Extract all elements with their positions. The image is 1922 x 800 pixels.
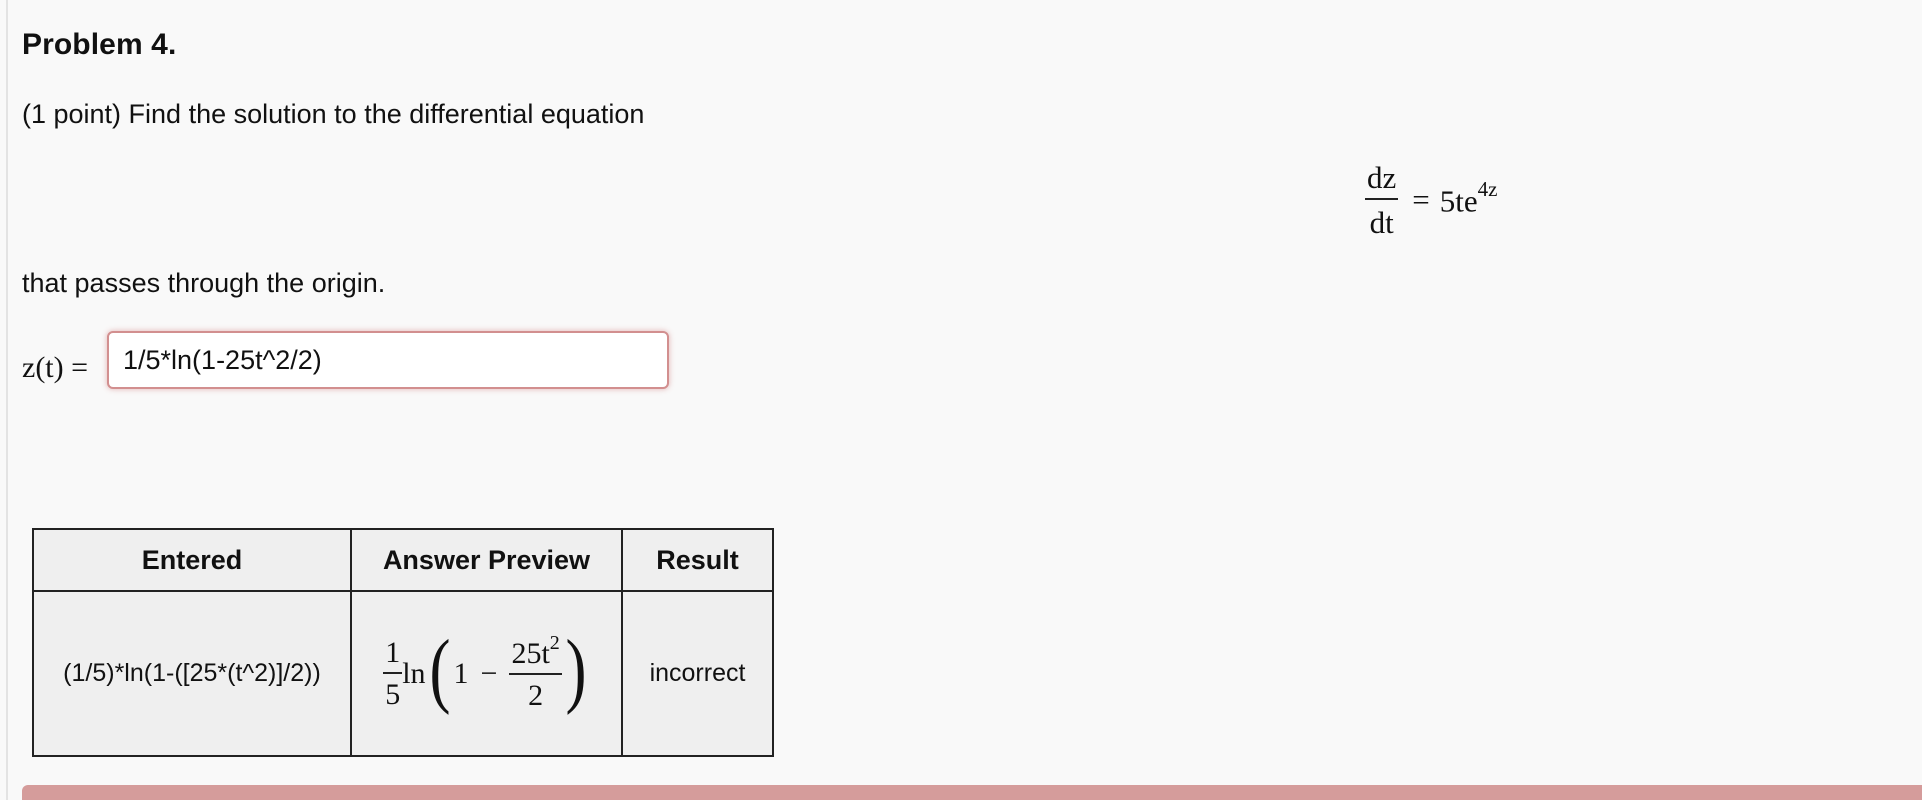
result-cell: incorrect <box>621 590 774 757</box>
preview-function: ln <box>402 656 426 690</box>
problem-title: Problem 4. <box>22 28 177 61</box>
inner-numerator-base: 25t <box>511 637 550 670</box>
entered-cell: (1/5)*ln(1-([25*(t^2)]/2)) <box>32 590 352 757</box>
results-header-row: Entered Answer Preview Result <box>32 528 774 592</box>
preview-coefficient: 1 5 <box>383 637 403 711</box>
rhs-exponent: 4z <box>1477 176 1498 201</box>
differential-equation: dz dt = 5te4z <box>1365 160 1497 240</box>
derivative-fraction: dz dt <box>1365 162 1399 240</box>
header-entered: Entered <box>32 528 352 592</box>
results-table: Entered Answer Preview Result (1/5)*ln(1… <box>32 528 774 757</box>
inner-numerator: 25t2 <box>509 633 562 675</box>
results-row: (1/5)*ln(1-([25*(t^2)]/2)) 1 5 ln ( 1 − … <box>32 590 774 757</box>
coefficient-denominator: 5 <box>385 677 401 711</box>
equation-rhs: 5te4z <box>1439 177 1498 219</box>
answer-preview-cell: 1 5 ln ( 1 − 25t2 2 ) <box>350 590 623 757</box>
problem-condition: that passes through the origin. <box>22 268 386 298</box>
coefficient-numerator: 1 <box>383 637 403 674</box>
preview-minus: − <box>480 656 498 690</box>
derivative-numerator: dz <box>1365 162 1399 200</box>
open-paren: ( <box>429 622 451 716</box>
rhs-base: 5te <box>1439 183 1478 219</box>
answer-label: z(t) = <box>22 351 89 384</box>
derivative-denominator: dt <box>1369 205 1394 240</box>
incorrect-status-bar <box>22 785 1922 800</box>
preview-one: 1 <box>453 656 469 690</box>
preview-inner-fraction: 25t2 2 <box>509 633 562 712</box>
inner-denominator: 2 <box>528 679 544 712</box>
answer-preview-math: 1 5 ln ( 1 − 25t2 2 ) <box>383 627 590 716</box>
header-result: Result <box>621 528 774 592</box>
page-left-rule <box>6 0 8 800</box>
problem-prompt: (1 point) Find the solution to the diffe… <box>22 99 645 129</box>
answer-input[interactable] <box>107 331 669 389</box>
equals-sign: = <box>1412 182 1430 217</box>
header-answer-preview: Answer Preview <box>350 528 623 592</box>
close-paren: ) <box>565 622 587 716</box>
inner-numerator-exponent: 2 <box>549 632 560 654</box>
